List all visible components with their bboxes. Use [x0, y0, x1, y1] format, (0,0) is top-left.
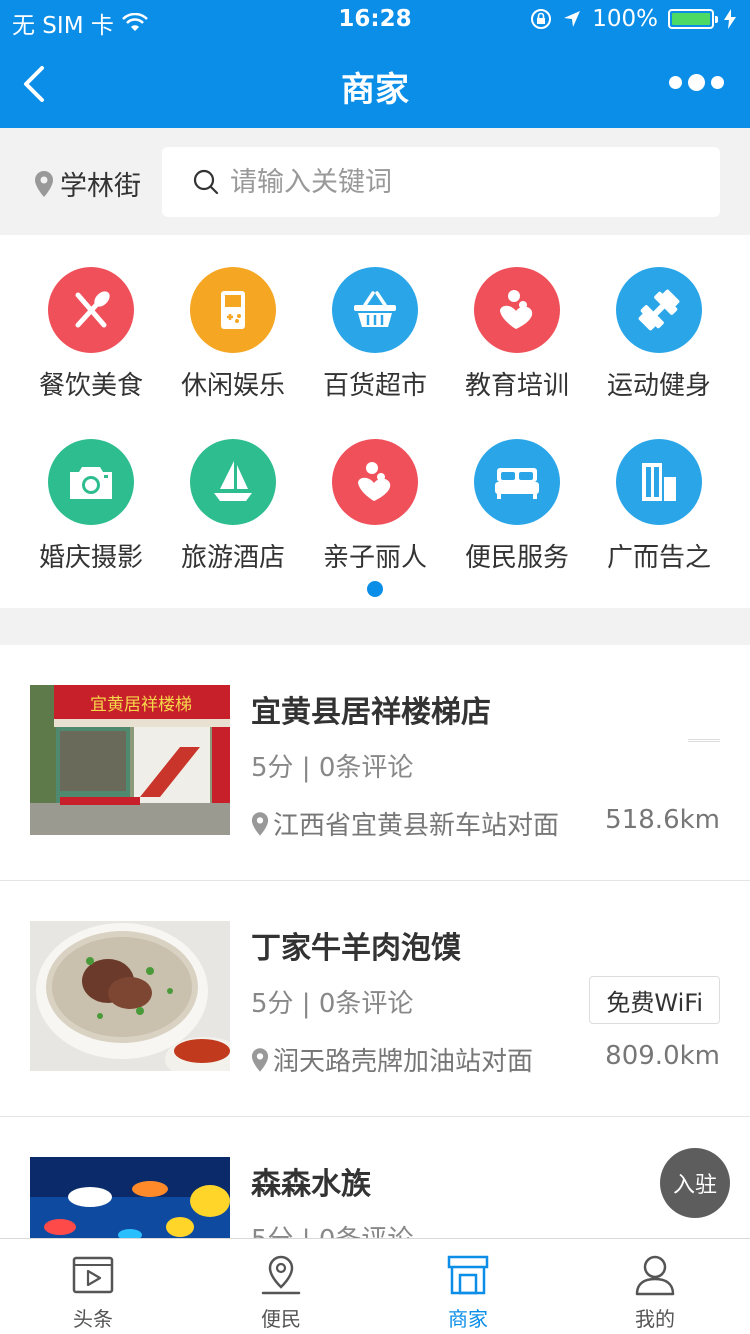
merchant-rating: 5分 | 0条评论 — [251, 753, 414, 783]
merchant-name: 森森水族 — [251, 1167, 371, 1202]
wifi-badge: 免费WiFi — [589, 976, 720, 1024]
search-input[interactable] — [230, 166, 690, 198]
location-selector[interactable]: 学林街 — [34, 164, 141, 203]
page-indicator-dot[interactable] — [367, 581, 383, 597]
location-pin-icon — [251, 1047, 269, 1072]
back-button[interactable] — [14, 60, 54, 108]
location-label: 学林街 — [60, 171, 141, 202]
merchant-name: 丁家牛羊肉泡馍 — [251, 931, 461, 966]
join-button[interactable]: 入驻 — [660, 1148, 730, 1218]
rotation-lock-icon — [531, 9, 552, 29]
merchant-photo — [30, 921, 230, 1071]
category-label: 百货超市 — [322, 371, 427, 401]
category-8[interactable]: 亲子丽人 — [304, 439, 446, 574]
fork-spoon-icon — [48, 267, 134, 353]
nav-bar: 商家 — [0, 40, 750, 128]
merchant-tag — [688, 739, 720, 742]
status-bar: 无 SIM 卡 16:28 100% — [0, 0, 750, 40]
basket-icon — [332, 267, 418, 353]
category-10[interactable]: 广而告之 — [588, 439, 730, 574]
parent-child-icon — [474, 267, 560, 353]
page-title: 商家 — [341, 70, 409, 110]
more-dot — [711, 76, 724, 89]
merchant-list: 宜黄居祥楼梯 宜黄县居祥楼梯店 5分 | 0条评论 江西省宜黄县新车站对面 51… — [0, 645, 750, 1307]
category-label: 亲子丽人 — [322, 543, 427, 573]
gamepad-icon — [190, 267, 276, 353]
category-label: 教育培训 — [464, 371, 569, 401]
merchant-address: 润天路壳牌加油站对面 — [251, 1041, 533, 1078]
merchant-item[interactable]: 丁家牛羊肉泡馍 5分 | 0条评论 免费WiFi 润天路壳牌加油站对面 809.… — [0, 881, 750, 1117]
merchant-photo: 宜黄居祥楼梯 — [30, 685, 230, 835]
search-box[interactable] — [162, 147, 720, 217]
merchant-address-text: 江西省宜黄县新车站对面 — [273, 811, 560, 841]
category-5[interactable]: 运动健身 — [588, 267, 730, 402]
tab-convenience[interactable]: 便民 — [221, 1253, 341, 1332]
merchant-address: 江西省宜黄县新车站对面 — [251, 805, 559, 842]
category-6[interactable]: 婚庆摄影 — [20, 439, 162, 574]
battery-percent: 100% — [592, 6, 658, 32]
category-7[interactable]: 旅游酒店 — [162, 439, 304, 574]
category-label: 运动健身 — [606, 371, 711, 401]
search-row: 学林街 — [0, 128, 750, 235]
tab-label: 我的 — [635, 1307, 675, 1331]
tab-label: 商家 — [448, 1307, 488, 1331]
category-9[interactable]: 便民服务 — [446, 439, 588, 574]
category-label: 休闲娱乐 — [180, 371, 285, 401]
chevron-left-icon — [24, 66, 44, 102]
merchant-name: 宜黄县居祥楼梯店 — [251, 695, 491, 730]
app-screen: 无 SIM 卡 16:28 100% 商家 学林街 请输入关键词 餐饮美食 休闲… — [0, 0, 750, 1334]
location-pin-icon — [251, 811, 269, 836]
category-2[interactable]: 休闲娱乐 — [162, 267, 304, 402]
tab-profile[interactable]: 我的 — [595, 1253, 715, 1332]
tab-headlines[interactable]: 头条 — [33, 1253, 153, 1332]
camera-icon — [48, 439, 134, 525]
map-pin-icon — [261, 1255, 301, 1295]
category-panel: 餐饮美食 休闲娱乐 百货超市 教育培训 运动健身婚庆摄影 旅游酒店 亲子丽人 便民服务 广而告之 — [0, 235, 750, 608]
bed-icon — [474, 439, 560, 525]
category-1[interactable]: 餐饮美食 — [20, 267, 162, 402]
location-pin-icon — [35, 170, 53, 197]
merchant-rating: 5分 | 0条评论 — [251, 989, 414, 1019]
status-right: 100% — [530, 6, 736, 32]
category-label: 旅游酒店 — [180, 543, 285, 573]
category-4[interactable]: 教育培训 — [446, 267, 588, 402]
tab-bar: 头条 便民 商家 我的 — [0, 1238, 750, 1334]
merchant-distance: 809.0km — [605, 1041, 720, 1071]
shop-icon — [447, 1255, 489, 1295]
sailboat-icon — [190, 439, 276, 525]
category-label: 餐饮美食 — [38, 371, 143, 401]
merchant-item[interactable]: 宜黄居祥楼梯 宜黄县居祥楼梯店 5分 | 0条评论 江西省宜黄县新车站对面 51… — [0, 645, 750, 881]
category-label: 广而告之 — [606, 543, 711, 573]
category-label: 婚庆摄影 — [38, 543, 143, 573]
location-arrow-icon — [564, 11, 581, 27]
tab-label: 便民 — [261, 1307, 301, 1331]
more-dot — [688, 74, 705, 91]
merchant-distance: 518.6km — [605, 805, 720, 835]
category-label: 便民服务 — [464, 543, 569, 573]
sign-text: 宜黄居祥楼梯 — [90, 695, 192, 715]
user-icon — [635, 1255, 675, 1296]
tab-label: 头条 — [73, 1307, 113, 1331]
video-icon — [72, 1256, 114, 1294]
more-dot — [669, 76, 682, 89]
merchant-address-text: 润天路壳牌加油站对面 — [273, 1047, 534, 1077]
more-button[interactable] — [669, 74, 724, 91]
parent-child-icon — [332, 439, 418, 525]
dumbbell-icon — [616, 267, 702, 353]
charging-icon — [724, 9, 736, 29]
battery-icon — [668, 9, 718, 29]
tab-merchants[interactable]: 商家 — [408, 1253, 528, 1332]
category-3[interactable]: 百货超市 — [304, 267, 446, 402]
search-icon — [193, 169, 219, 195]
building-icon — [616, 439, 702, 525]
